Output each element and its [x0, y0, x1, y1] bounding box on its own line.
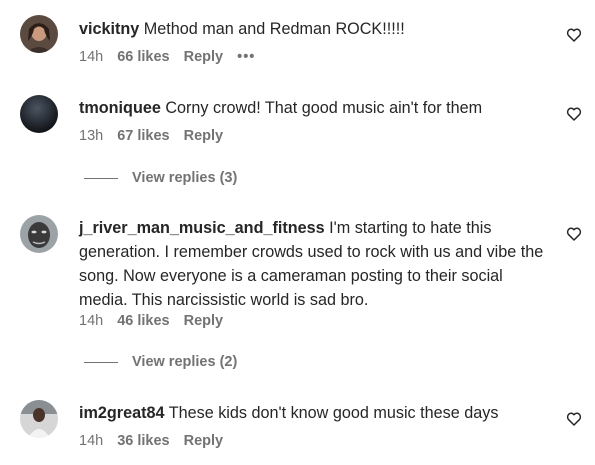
heart-outline-icon[interactable] [566, 106, 582, 122]
comment-meta: 14h 46 likes Reply [79, 313, 237, 329]
reply-button[interactable]: Reply [184, 313, 224, 329]
username-link[interactable]: vickitny [79, 20, 139, 38]
reply-button[interactable]: Reply [184, 128, 224, 144]
view-replies-button[interactable]: View replies (3) [84, 170, 237, 186]
username-link[interactable]: im2great84 [79, 404, 164, 422]
username-link[interactable]: j_river_man_music_and_fitness [79, 219, 325, 237]
reply-button[interactable]: Reply [184, 49, 224, 65]
divider-line [84, 177, 118, 179]
heart-outline-icon[interactable] [566, 27, 582, 43]
comment-meta: 13h 67 likes Reply [79, 128, 237, 144]
timestamp[interactable]: 14h [79, 433, 103, 449]
avatar[interactable] [20, 400, 58, 438]
comment-body: tmoniquee Corny crowd! That good music a… [79, 96, 549, 120]
comment-meta: 14h 66 likes Reply ••• [79, 49, 269, 65]
heart-outline-icon[interactable] [566, 226, 582, 242]
likes-count[interactable]: 46 likes [117, 313, 169, 329]
avatar[interactable] [20, 215, 58, 253]
view-replies-button[interactable]: View replies (2) [84, 354, 237, 370]
comment-text: Corny crowd! That good music ain't for t… [165, 99, 483, 117]
heart-outline-icon[interactable] [566, 411, 582, 427]
comment-text: Method man and Redman ROCK!!!!! [143, 20, 405, 38]
divider-line [84, 361, 118, 363]
view-replies-label[interactable]: View replies (2) [132, 354, 237, 370]
avatar[interactable] [20, 15, 58, 53]
likes-count[interactable]: 36 likes [117, 433, 169, 449]
comment-meta: 14h 36 likes Reply [79, 433, 237, 449]
view-replies-label[interactable]: View replies (3) [132, 170, 237, 186]
avatar[interactable] [20, 95, 58, 133]
reply-button[interactable]: Reply [184, 433, 224, 449]
comment-text: These kids don't know good music these d… [168, 404, 499, 422]
comment-body: vickitny Method man and Redman ROCK!!!!! [79, 17, 549, 41]
likes-count[interactable]: 66 likes [117, 49, 169, 65]
comment-body: im2great84 These kids don't know good mu… [79, 401, 549, 425]
timestamp[interactable]: 14h [79, 49, 103, 65]
username-link[interactable]: tmoniquee [79, 99, 161, 117]
more-options-icon[interactable]: ••• [237, 49, 255, 65]
comment-body: j_river_man_music_and_fitness I'm starti… [79, 216, 549, 312]
likes-count[interactable]: 67 likes [117, 128, 169, 144]
timestamp[interactable]: 14h [79, 313, 103, 329]
timestamp[interactable]: 13h [79, 128, 103, 144]
